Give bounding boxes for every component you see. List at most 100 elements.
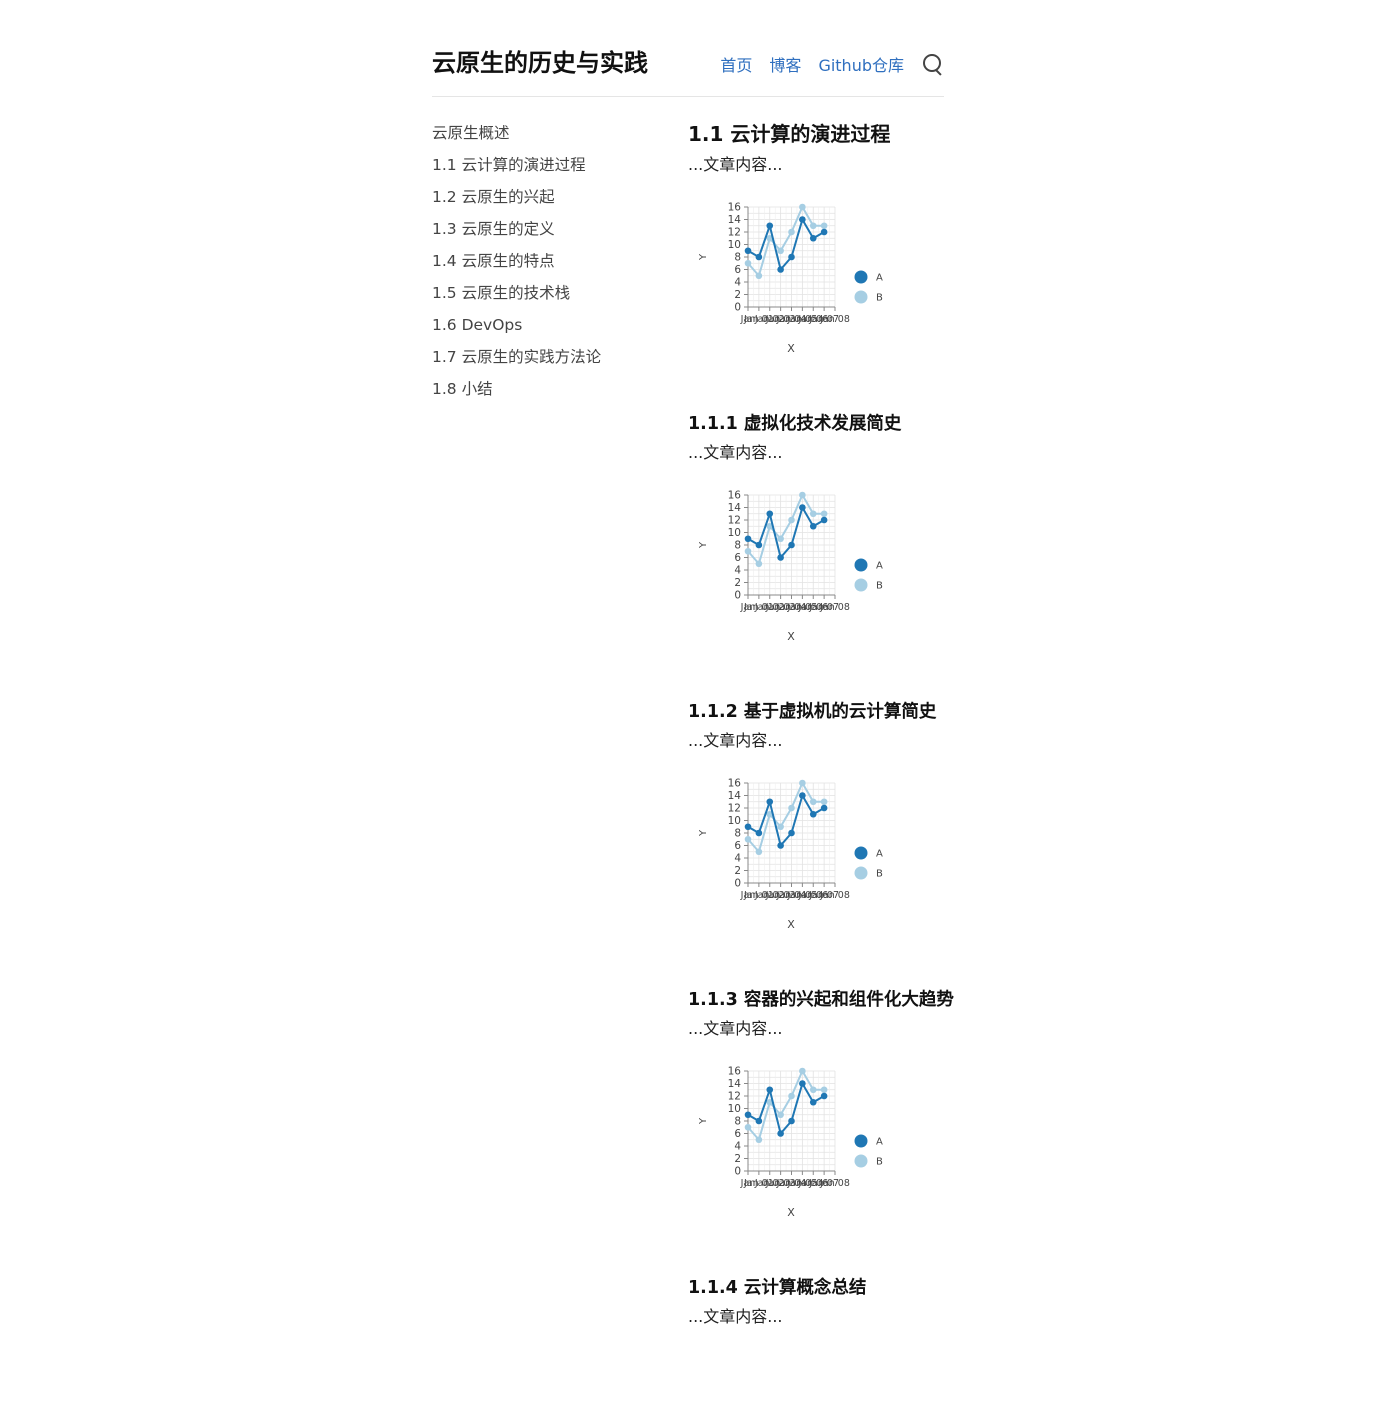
line-chart: 0246810121416JanJan 01Jan 02Jan 03Jan 04… bbox=[698, 202, 883, 356]
x-axis-title: X bbox=[787, 630, 795, 643]
search-icon-ring bbox=[923, 54, 941, 72]
article-heading: 1.1 云计算的演进过程 bbox=[688, 122, 891, 146]
data-point-A bbox=[744, 823, 752, 831]
data-point-A bbox=[755, 1117, 763, 1125]
y-tick-label: 6 bbox=[734, 1128, 741, 1140]
sidebar-item-1-3[interactable]: 1.3 云原生的定义 bbox=[432, 216, 662, 248]
x-tick-label: Jan 08 bbox=[819, 890, 850, 901]
chart-2: 0 2 4 6 8 10 12 14 16 Jan Jan 01 Jan 02 Jan 03 Jan 04… bbox=[688, 476, 944, 696]
legend-swatch-B bbox=[854, 290, 868, 304]
article-paragraph: ...文章内容... bbox=[688, 155, 783, 174]
search-icon[interactable] bbox=[922, 53, 944, 76]
chart-3: 0 2 4 6 8 10 12 14 16 Jan Jan 01 Jan 02 Jan 03 Jan 04… bbox=[688, 764, 944, 984]
data-point-A bbox=[744, 247, 752, 255]
y-axis-title: Y bbox=[698, 253, 709, 261]
y-tick-label: 16 bbox=[728, 778, 742, 790]
data-point-B bbox=[799, 203, 806, 211]
y-tick-label: 14 bbox=[728, 1078, 742, 1090]
y-tick-label: 16 bbox=[728, 1066, 742, 1078]
y-tick-label: 0 bbox=[734, 1166, 741, 1178]
y-axis-title: Y bbox=[698, 829, 709, 837]
data-point-A bbox=[788, 253, 795, 261]
sidebar-item-1-7[interactable]: 1.7 云原生的实践方法论 bbox=[432, 344, 662, 376]
data-point-B bbox=[777, 535, 784, 543]
section-heading-1-1-3: 1.1.3 容器的兴起和组件化大趋势 bbox=[688, 990, 954, 1010]
data-point-B bbox=[744, 547, 752, 555]
legend-label-A: A bbox=[876, 1137, 883, 1148]
y-tick-label: 2 bbox=[734, 577, 741, 589]
data-point-A bbox=[788, 1117, 795, 1125]
data-point-B bbox=[788, 804, 795, 812]
sidebar-item-1-4[interactable]: 1.4 云原生的特点 bbox=[432, 248, 662, 280]
data-point-B bbox=[799, 779, 806, 787]
data-point-A bbox=[809, 234, 817, 242]
legend-label-B: B bbox=[876, 581, 883, 592]
data-point-B bbox=[744, 1123, 752, 1131]
section-heading-1-1-2: 1.1.2 基于虚拟机的云计算简史 bbox=[688, 702, 937, 722]
data-point-A bbox=[755, 253, 763, 261]
y-tick-label: 12 bbox=[728, 515, 741, 527]
data-point-A bbox=[820, 228, 828, 236]
y-tick-label: 4 bbox=[734, 853, 741, 865]
nav-blog-link[interactable]: 博客 bbox=[769, 52, 801, 76]
section-text-1-1-2: ...文章内容... bbox=[688, 731, 783, 750]
y-tick-label: 8 bbox=[734, 828, 741, 840]
site-title[interactable]: 云原生的历史与实践 bbox=[432, 46, 648, 80]
nav-home-link[interactable]: 首页 bbox=[720, 52, 752, 76]
legend-swatch-A bbox=[854, 270, 868, 284]
y-tick-label: 10 bbox=[728, 1103, 741, 1115]
data-point-B bbox=[809, 222, 817, 230]
line-chart: 0246810121416JanJan 01Jan 02Jan 03Jan 04… bbox=[698, 490, 883, 644]
data-point-A bbox=[809, 1098, 817, 1106]
data-point-A bbox=[777, 266, 784, 273]
data-point-B bbox=[799, 491, 806, 499]
y-tick-label: 14 bbox=[728, 214, 742, 226]
data-point-B bbox=[809, 798, 817, 806]
sidebar-toc: 云原生概述 1.1 云计算的演进过程 1.2 云原生的兴起 1.3 云原生的定义… bbox=[432, 120, 662, 408]
data-point-A bbox=[788, 829, 795, 837]
data-point-A bbox=[820, 1092, 828, 1100]
sidebar-item-1-2[interactable]: 1.2 云原生的兴起 bbox=[432, 184, 662, 216]
sidebar-item-1-8[interactable]: 1.8 小结 bbox=[432, 376, 662, 408]
chart-1: 0 2 4 6 8 10 12 14 16 Jan Jan 01 Jan 02 Jan 03 Jan 04… bbox=[688, 188, 944, 408]
data-point-B bbox=[777, 1111, 784, 1119]
y-tick-label: 10 bbox=[728, 527, 741, 539]
y-tick-label: 0 bbox=[734, 302, 741, 314]
y-tick-label: 2 bbox=[734, 289, 741, 301]
y-tick-label: 6 bbox=[734, 264, 741, 276]
data-point-A bbox=[799, 1080, 806, 1087]
sidebar-item-1-5[interactable]: 1.5 云原生的技术栈 bbox=[432, 280, 662, 312]
y-tick-label: 16 bbox=[728, 202, 742, 214]
data-point-A bbox=[777, 1130, 784, 1137]
y-tick-label: 6 bbox=[734, 552, 741, 564]
search-icon-handle bbox=[935, 69, 942, 76]
nav-github-link[interactable]: Github仓库 bbox=[818, 52, 904, 76]
chart-4: 0 2 4 6 8 10 12 14 16 Jan Jan 01 Jan 02 Jan 03 Jan 04… bbox=[688, 1052, 944, 1272]
legend-swatch-B bbox=[854, 578, 868, 592]
data-point-B bbox=[744, 835, 752, 843]
top-nav: 首页 博客 Github仓库 bbox=[720, 52, 944, 76]
data-point-B bbox=[788, 516, 795, 524]
data-point-A bbox=[766, 222, 774, 230]
data-point-A bbox=[777, 554, 784, 561]
chart-plot: 0246810121416JanJan 01Jan 02Jan 03Jan 04… bbox=[698, 490, 883, 644]
line-chart: 0246810121416JanJan 01Jan 02Jan 03Jan 04… bbox=[698, 1066, 883, 1220]
y-tick-label: 14 bbox=[728, 502, 742, 514]
data-point-B bbox=[755, 272, 763, 280]
data-point-B bbox=[788, 228, 795, 236]
data-point-A bbox=[744, 1111, 752, 1119]
sidebar-item-1-6[interactable]: 1.6 DevOps bbox=[432, 312, 662, 344]
y-tick-label: 0 bbox=[734, 878, 741, 890]
data-point-A bbox=[799, 792, 806, 799]
legend-label-A: A bbox=[876, 273, 883, 284]
line-chart: 0246810121416JanJan 01Jan 02Jan 03Jan 04… bbox=[698, 778, 883, 932]
y-tick-label: 10 bbox=[728, 815, 741, 827]
sidebar-item-overview[interactable]: 云原生概述 bbox=[432, 120, 662, 152]
sidebar-item-1-1[interactable]: 1.1 云计算的演进过程 bbox=[432, 152, 662, 184]
data-point-A bbox=[766, 510, 774, 518]
section-text-1-1-4: ...文章内容... bbox=[688, 1307, 783, 1326]
y-tick-label: 14 bbox=[728, 790, 742, 802]
data-point-B bbox=[755, 1136, 763, 1144]
data-point-B bbox=[777, 247, 784, 255]
data-point-A bbox=[799, 504, 806, 511]
